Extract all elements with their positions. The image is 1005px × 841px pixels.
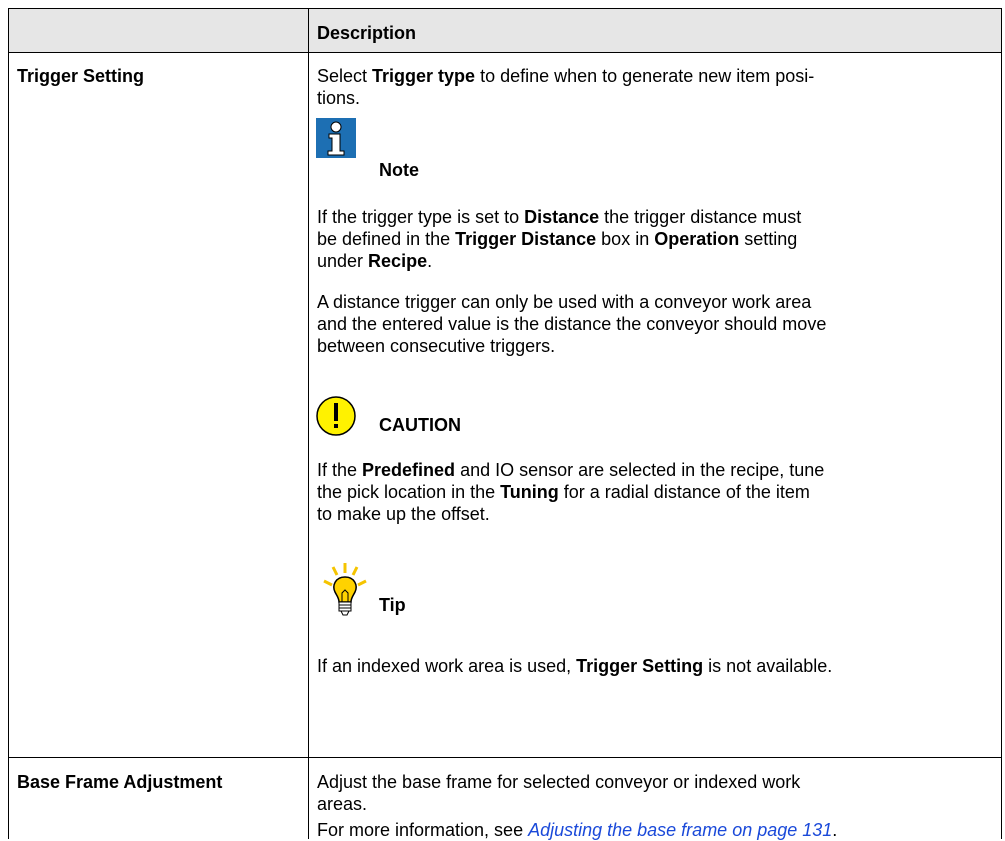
base-frame-text: Adjust the base frame for selected conve… [317, 772, 838, 840]
row-label-base-frame-adjustment: Base Frame Adjustment [17, 772, 223, 792]
row-label-trigger-setting: Trigger Setting [17, 66, 145, 86]
table-header: Description [9, 9, 1002, 53]
note-title: Note [379, 160, 419, 180]
base-frame-link[interactable]: Adjusting the base frame on page 131 [528, 820, 832, 840]
description-table: Description Trigger Setting Select Trigg… [8, 8, 1002, 840]
note-text: If the trigger type is set to Distance t… [317, 207, 802, 271]
caution-icon [315, 395, 357, 442]
row-divider [9, 757, 1002, 758]
distance-trigger-text: A distance trigger can only be used with… [317, 292, 827, 356]
tip-text: If an indexed work area is used, Trigger… [317, 656, 833, 676]
trigger-intro: Select Trigger type to define when to ge… [317, 66, 815, 108]
tip-title: Tip [379, 595, 406, 615]
caution-title: CAUTION [379, 415, 461, 435]
info-icon [316, 118, 356, 163]
header-description: Description [317, 23, 417, 43]
right-border [1001, 9, 1002, 839]
lightbulb-icon [320, 562, 370, 625]
column-divider [308, 9, 309, 839]
caution-text: If the Predefined and IO sensor are sele… [317, 460, 825, 524]
